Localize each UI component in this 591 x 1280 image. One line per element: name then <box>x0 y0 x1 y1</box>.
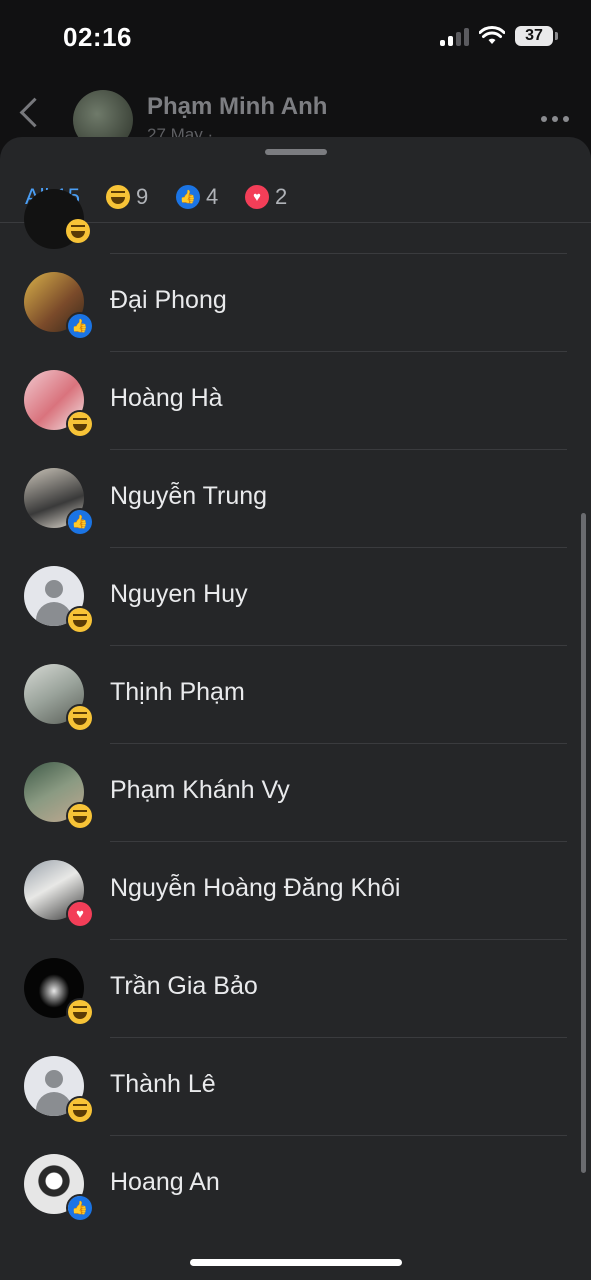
list-item[interactable]: Hoàng Hà <box>0 352 591 449</box>
list-item[interactable] <box>0 189 591 253</box>
wifi-icon <box>479 26 505 44</box>
cellular-signal-icon <box>440 26 469 46</box>
like-reaction-icon: 👍 <box>66 508 94 536</box>
list-item[interactable]: 👍 Đại Phong <box>0 254 591 351</box>
more-options-icon[interactable] <box>541 116 569 122</box>
haha-reaction-icon <box>66 802 94 830</box>
tab-haha[interactable]: 9 <box>106 173 148 221</box>
list-item[interactable]: Thành Lê <box>0 1038 591 1135</box>
post-author-name[interactable]: Phạm Minh Anh <box>147 93 327 121</box>
reaction-tabs: All 15 9 👍 4 ♥ 2 <box>0 173 591 223</box>
love-reaction-icon: ♥ <box>66 900 94 928</box>
tab-love[interactable]: ♥ 2 <box>245 173 287 221</box>
tab-like-count: 4 <box>206 184 219 209</box>
haha-reaction-icon <box>66 410 94 438</box>
reactor-name[interactable]: Phạm Khánh Vy <box>110 776 290 805</box>
haha-reaction-icon <box>66 998 94 1026</box>
home-indicator[interactable] <box>190 1259 402 1266</box>
like-reaction-icon: 👍 <box>176 185 200 209</box>
like-reaction-icon: 👍 <box>66 312 94 340</box>
reactor-name[interactable]: Nguyễn Trung <box>110 482 267 511</box>
scrollbar[interactable] <box>581 513 586 1173</box>
list-item[interactable]: Phạm Khánh Vy <box>0 744 591 841</box>
list-item[interactable]: Nguyen Huy <box>0 548 591 645</box>
reactor-name[interactable]: Đại Phong <box>110 286 227 315</box>
list-item[interactable]: 👍 Nguyễn Trung <box>0 450 591 547</box>
status-time: 02:16 <box>63 22 132 52</box>
list-item[interactable]: Trần Gia Bảo <box>0 940 591 1037</box>
reactor-name[interactable]: Hoàng Hà <box>110 384 223 413</box>
tab-love-count: 2 <box>275 184 288 209</box>
tab-haha-count: 9 <box>136 184 149 209</box>
haha-reaction-icon <box>66 606 94 634</box>
reactions-sheet: All 15 9 👍 4 ♥ 2 👍 Đại Phong <box>0 137 591 1280</box>
like-reaction-icon: 👍 <box>66 1194 94 1222</box>
haha-reaction-icon <box>66 704 94 732</box>
haha-reaction-icon <box>66 1096 94 1124</box>
post-header: Phạm Minh Anh 27 May · <box>0 80 591 150</box>
reactor-name[interactable]: Nguyễn Hoàng Đăng Khôi <box>110 874 400 903</box>
status-bar: 02:16 37 <box>0 0 591 80</box>
reactor-name[interactable]: Thịnh Phạm <box>110 678 245 707</box>
back-icon[interactable] <box>19 97 50 128</box>
tab-like[interactable]: 👍 4 <box>176 173 218 221</box>
haha-reaction-icon <box>106 185 130 209</box>
love-reaction-icon: ♥ <box>245 185 269 209</box>
reactor-name[interactable]: Hoang An <box>110 1168 220 1197</box>
sheet-grabber[interactable] <box>265 149 327 155</box>
list-item[interactable]: 👍 Hoang An <box>0 1136 591 1233</box>
battery-icon: 37 <box>515 26 558 46</box>
haha-reaction-icon <box>66 219 90 243</box>
reactor-name[interactable]: Trần Gia Bảo <box>110 972 258 1001</box>
list-item[interactable]: Thịnh Phạm <box>0 646 591 743</box>
list-item[interactable]: ♥ Nguyễn Hoàng Đăng Khôi <box>0 842 591 939</box>
reactor-name[interactable]: Thành Lê <box>110 1070 216 1099</box>
reactor-name[interactable]: Nguyen Huy <box>110 580 248 609</box>
status-icons: 37 <box>440 26 558 46</box>
